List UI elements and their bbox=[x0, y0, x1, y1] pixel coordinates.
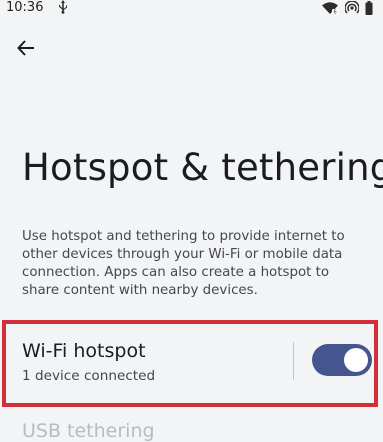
toggle-thumb bbox=[344, 348, 368, 372]
page-description: Use hotspot and tethering to provide int… bbox=[22, 229, 345, 298]
divider bbox=[293, 342, 294, 380]
arrow-back-icon bbox=[16, 38, 36, 62]
status-time: 10:36 bbox=[6, 0, 44, 15]
wifi-hotspot-subtitle: 1 device connected bbox=[22, 368, 156, 384]
wifi-hotspot-toggle[interactable] bbox=[312, 344, 372, 376]
back-button[interactable] bbox=[12, 36, 40, 64]
status-bar: 10:36 6 bbox=[0, 0, 383, 16]
wifi-hotspot-row[interactable]: Wi-Fi hotspot 1 device connected bbox=[6, 324, 374, 403]
page-title: Hotspot & tethering bbox=[22, 146, 383, 189]
status-icons: 6 bbox=[321, 1, 373, 15]
usb-icon bbox=[58, 0, 68, 14]
svg-text:6: 6 bbox=[334, 10, 337, 16]
wifi-hotspot-title: Wi-Fi hotspot bbox=[22, 340, 146, 362]
wifi-hotspot-icon: 6 bbox=[321, 1, 339, 15]
hotspot-icon bbox=[345, 1, 359, 15]
battery-icon bbox=[365, 1, 373, 15]
usb-tethering-row[interactable]: USB tethering bbox=[22, 420, 155, 442]
